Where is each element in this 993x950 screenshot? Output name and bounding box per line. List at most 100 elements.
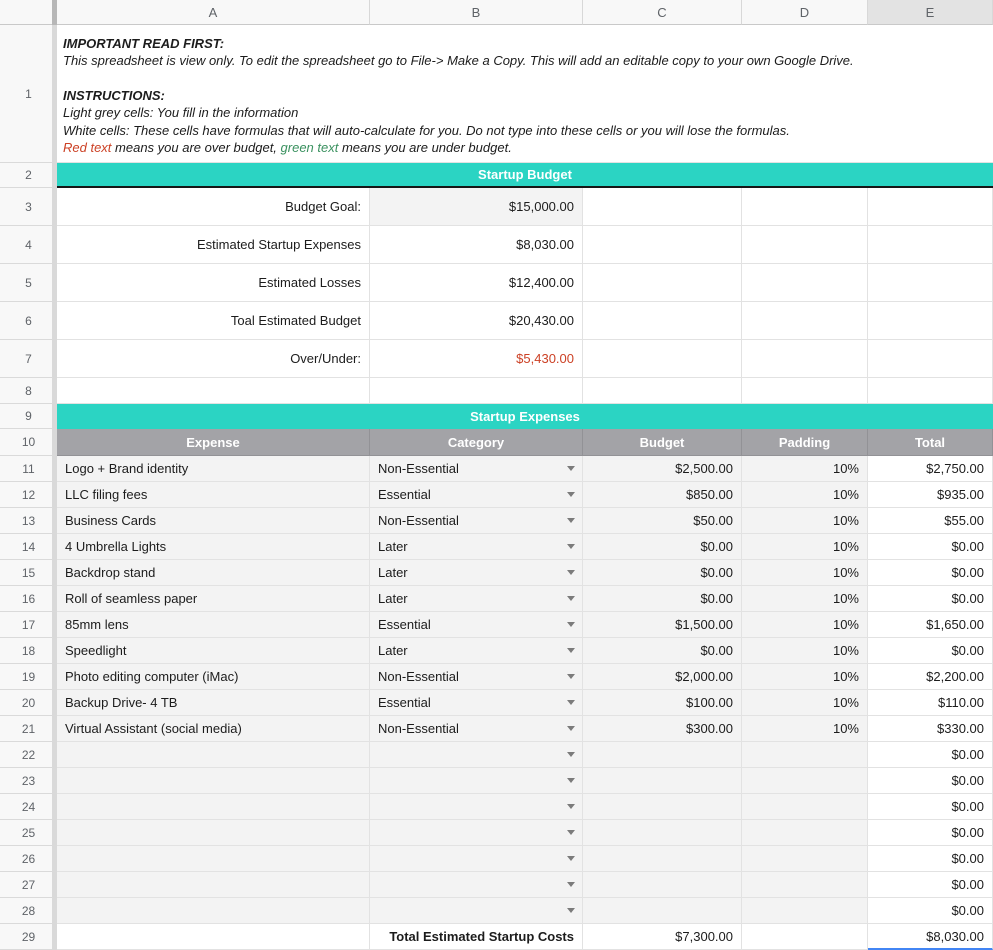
budget-amount-cell[interactable] bbox=[583, 794, 742, 820]
category-cell[interactable] bbox=[370, 872, 583, 898]
empty-cell[interactable] bbox=[583, 264, 742, 302]
dropdown-arrow-icon[interactable] bbox=[567, 882, 575, 887]
budget-amount-cell[interactable] bbox=[583, 742, 742, 768]
expense-name-cell[interactable] bbox=[57, 794, 370, 820]
row-number-6[interactable]: 6 bbox=[0, 302, 57, 340]
total-cell[interactable]: $0.00 bbox=[868, 846, 993, 872]
header-padding[interactable]: Padding bbox=[742, 429, 868, 456]
row-number-1[interactable]: 1 bbox=[0, 25, 57, 163]
total-cell[interactable]: $0.00 bbox=[868, 820, 993, 846]
padding-cell[interactable] bbox=[742, 898, 868, 924]
row-number-20[interactable]: 20 bbox=[0, 690, 57, 716]
padding-cell[interactable]: 10% bbox=[742, 560, 868, 586]
padding-cell[interactable]: 10% bbox=[742, 612, 868, 638]
row-number-28[interactable]: 28 bbox=[0, 898, 57, 924]
dropdown-arrow-icon[interactable] bbox=[567, 570, 575, 575]
empty-cell[interactable] bbox=[742, 302, 868, 340]
empty-cell[interactable] bbox=[868, 378, 993, 404]
padding-cell[interactable]: 10% bbox=[742, 508, 868, 534]
dropdown-arrow-icon[interactable] bbox=[567, 700, 575, 705]
total-cell[interactable]: $110.00 bbox=[868, 690, 993, 716]
category-cell[interactable]: Non-Essential bbox=[370, 716, 583, 742]
total-cell[interactable]: $0.00 bbox=[868, 872, 993, 898]
row-number-10[interactable]: 10 bbox=[0, 429, 57, 456]
row-number-29[interactable]: 29 bbox=[0, 924, 57, 950]
expense-name-cell[interactable]: 85mm lens bbox=[57, 612, 370, 638]
expense-name-cell[interactable]: LLC filing fees bbox=[57, 482, 370, 508]
row-number-14[interactable]: 14 bbox=[0, 534, 57, 560]
budget-value-cell[interactable]: $15,000.00 bbox=[370, 188, 583, 226]
padding-cell[interactable]: 10% bbox=[742, 586, 868, 612]
startup-expenses-title-cell[interactable]: Startup Expenses bbox=[57, 404, 993, 429]
total-sum-cell[interactable]: $8,030.00 bbox=[868, 924, 993, 950]
header-expense[interactable]: Expense bbox=[57, 429, 370, 456]
expense-name-cell[interactable]: Business Cards bbox=[57, 508, 370, 534]
budget-label-cell[interactable]: Toal Estimated Budget bbox=[57, 302, 370, 340]
row-number-24[interactable]: 24 bbox=[0, 794, 57, 820]
category-cell[interactable]: Later bbox=[370, 534, 583, 560]
row-number-25[interactable]: 25 bbox=[0, 820, 57, 846]
expense-name-cell[interactable] bbox=[57, 846, 370, 872]
expense-name-cell[interactable]: Photo editing computer (iMac) bbox=[57, 664, 370, 690]
total-cell[interactable]: $2,200.00 bbox=[868, 664, 993, 690]
budget-amount-cell[interactable] bbox=[583, 820, 742, 846]
budget-amount-cell[interactable]: $300.00 bbox=[583, 716, 742, 742]
total-cell[interactable]: $935.00 bbox=[868, 482, 993, 508]
empty-cell[interactable] bbox=[742, 340, 868, 378]
startup-budget-title-cell[interactable]: Startup Budget bbox=[57, 163, 993, 188]
row-number-17[interactable]: 17 bbox=[0, 612, 57, 638]
header-total[interactable]: Total bbox=[868, 429, 993, 456]
budget-value-cell[interactable]: $5,430.00 bbox=[370, 340, 583, 378]
column-header-a[interactable]: A bbox=[57, 0, 370, 25]
category-cell[interactable] bbox=[370, 846, 583, 872]
expense-name-cell[interactable] bbox=[57, 768, 370, 794]
total-budget-cell[interactable]: $7,300.00 bbox=[583, 924, 742, 950]
total-cell[interactable]: $55.00 bbox=[868, 508, 993, 534]
empty-cell[interactable] bbox=[868, 264, 993, 302]
empty-cell[interactable] bbox=[583, 302, 742, 340]
padding-cell[interactable] bbox=[742, 820, 868, 846]
budget-label-cell[interactable]: Budget Goal: bbox=[57, 188, 370, 226]
empty-cell[interactable] bbox=[583, 226, 742, 264]
padding-cell[interactable]: 10% bbox=[742, 690, 868, 716]
budget-value-cell[interactable]: $8,030.00 bbox=[370, 226, 583, 264]
padding-cell[interactable]: 10% bbox=[742, 456, 868, 482]
empty-cell[interactable] bbox=[868, 302, 993, 340]
instructions-cell[interactable]: IMPORTANT READ FIRST: This spreadsheet i… bbox=[57, 25, 993, 163]
empty-cell[interactable] bbox=[868, 226, 993, 264]
empty-cell[interactable] bbox=[57, 378, 370, 404]
budget-amount-cell[interactable] bbox=[583, 768, 742, 794]
row-number-9[interactable]: 9 bbox=[0, 404, 57, 429]
dropdown-arrow-icon[interactable] bbox=[567, 908, 575, 913]
total-cell[interactable]: $0.00 bbox=[868, 534, 993, 560]
expense-name-cell[interactable]: Speedlight bbox=[57, 638, 370, 664]
dropdown-arrow-icon[interactable] bbox=[567, 622, 575, 627]
row-number-12[interactable]: 12 bbox=[0, 482, 57, 508]
expense-name-cell[interactable]: Roll of seamless paper bbox=[57, 586, 370, 612]
expense-name-cell[interactable] bbox=[57, 820, 370, 846]
category-cell[interactable]: Later bbox=[370, 560, 583, 586]
category-cell[interactable]: Essential bbox=[370, 612, 583, 638]
budget-amount-cell[interactable]: $0.00 bbox=[583, 638, 742, 664]
category-cell[interactable] bbox=[370, 794, 583, 820]
total-cell[interactable]: $2,750.00 bbox=[868, 456, 993, 482]
budget-amount-cell[interactable]: $850.00 bbox=[583, 482, 742, 508]
dropdown-arrow-icon[interactable] bbox=[567, 544, 575, 549]
expense-name-cell[interactable]: Virtual Assistant (social media) bbox=[57, 716, 370, 742]
expense-name-cell[interactable] bbox=[57, 872, 370, 898]
empty-cell[interactable] bbox=[370, 378, 583, 404]
total-cell[interactable]: $0.00 bbox=[868, 742, 993, 768]
total-costs-label-cell[interactable]: Total Estimated Startup Costs bbox=[370, 924, 583, 950]
dropdown-arrow-icon[interactable] bbox=[567, 492, 575, 497]
expense-name-cell[interactable]: 4 Umbrella Lights bbox=[57, 534, 370, 560]
budget-amount-cell[interactable]: $0.00 bbox=[583, 560, 742, 586]
row-number-3[interactable]: 3 bbox=[0, 188, 57, 226]
row-number-13[interactable]: 13 bbox=[0, 508, 57, 534]
header-budget[interactable]: Budget bbox=[583, 429, 742, 456]
dropdown-arrow-icon[interactable] bbox=[567, 596, 575, 601]
column-header-d[interactable]: D bbox=[742, 0, 868, 25]
budget-amount-cell[interactable]: $100.00 bbox=[583, 690, 742, 716]
expense-name-cell[interactable]: Backdrop stand bbox=[57, 560, 370, 586]
category-cell[interactable]: Non-Essential bbox=[370, 664, 583, 690]
expense-name-cell[interactable]: Backup Drive- 4 TB bbox=[57, 690, 370, 716]
